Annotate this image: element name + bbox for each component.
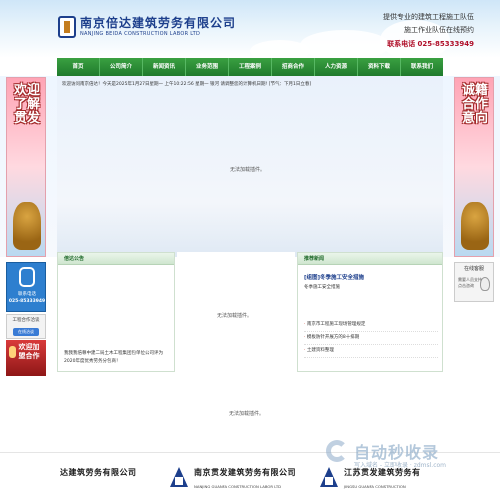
banner-plugin-message: 无法加载插件。 [230,167,266,173]
right-banner-text: 诚籍合作意向 [462,83,489,126]
company-name-en: NANJING BEIDA CONSTRUCTION LABOR LTD [80,31,201,37]
right-float-banner[interactable]: 诚籍合作意向 [454,77,494,257]
middle-plugin-panel: 无法加载插件。 [177,252,295,372]
join-banner[interactable]: 欢迎加盟合作 [6,340,46,376]
partner-name-en: NANJING GUANFA CONSTRUCTION LABOR LTD [194,484,282,489]
phone-number: 025-85333949 [8,299,46,304]
slogan-line1: 提供专业的建筑工程施工队伍 [383,13,474,21]
nav-item-hr[interactable]: 人力资源 [315,58,358,76]
watermark: 自动秒收录 写入域名 - 立即收录 · zdmsl.com [326,440,486,469]
partner-logo-2[interactable]: 南京贯发建筑劳务有限公司 NANJING GUANFA CONSTRUCTION… [168,457,318,497]
news-list: 南京市工程施工现场管理规定 模板防针开展方的8十排期 土建资料整理 [304,319,438,358]
nav-item-about[interactable]: 公司简介 [100,58,143,76]
nav-item-business[interactable]: 业务范围 [186,58,229,76]
news-list-item[interactable]: 模板防针开展方的8十排期 [304,332,438,345]
partner-logo-1[interactable]: 达建筑劳务有限公司 [60,457,170,497]
online-consult-box: 工程合作洽谈 在线洽谈 [6,314,46,339]
nav-item-downloads[interactable]: 资料下载 [358,58,401,76]
header-cloud [300,30,390,58]
stone-lion-icon [13,202,41,250]
partner-name: 达建筑劳务有限公司 [60,468,137,477]
stone-lion-icon [461,202,489,250]
nav-item-home[interactable]: 首页 [57,58,100,76]
page: 南京倍达建筑劳务有限公司 NANJING BEIDA CONSTRUCTION … [0,0,500,500]
online-consult-button[interactable]: 在线洽谈 [13,328,39,336]
customer-service-widget[interactable]: 在线客服 需要人员支持点击咨询 [454,262,494,302]
lower-plugin-message: 无法加载插件。 [229,411,265,417]
guanfa-logo-icon [168,465,190,491]
news-panel: 推荐新闻 [组图]冬季施工安全措施 冬季施工安全措施 南京市工程施工现场管理规定… [297,252,443,372]
news-subline: 冬季施工安全措施 [304,285,340,290]
join-text: 欢迎加盟合作 [18,343,40,360]
main-nav: 首页 公司简介 新闻资讯 业务范围 工程案例 招商合作 人力资源 资料下载 联系… [57,58,443,76]
notice-text[interactable]: 我我我倍尊中建二局土木工程集团包单位公司评为2020年度优秀劳务分包商！ [64,350,172,366]
partner-name: 南京贯发建筑劳务有限公司 [194,468,296,477]
support-avatar-icon [480,277,490,291]
middle-plugin-message: 无法加载插件。 [217,313,253,319]
site-header: 南京倍达建筑劳务有限公司 NANJING BEIDA CONSTRUCTION … [0,0,500,58]
news-panel-title: 推荐新闻 [298,253,442,265]
left-float-banner[interactable]: 欢迎了解贯发 [6,77,46,257]
customer-service-title: 在线客服 [463,266,484,272]
nav-item-cases[interactable]: 工程案例 [229,58,272,76]
news-list-item[interactable]: 南京市工程施工现场管理规定 [304,319,438,332]
left-banner-text: 欢迎了解贯发 [14,83,41,126]
phone-icon [19,267,35,287]
header-cloud [250,40,310,58]
online-consult-title: 工程合作洽谈 [12,318,40,323]
partner-name-en: JINGSU GUANFA CONSTRUCTION [344,484,406,489]
news-headline-link[interactable]: [组图]冬季施工安全措施 [304,273,364,281]
nav-item-news[interactable]: 新闻资讯 [143,58,186,76]
guanfa-logo-icon [318,465,340,491]
date-notice-bar: 欢迎访问南京倍达！今天是2025年1月27日星期一 上午10:22:56 星期一… [62,82,312,87]
notice-panel-title: 倍达公告 [58,253,174,265]
nav-item-contact[interactable]: 联系我们 [401,58,443,76]
phone-label: 联系电话 [18,292,36,297]
company-name[interactable]: 南京倍达建筑劳务有限公司 [80,14,236,31]
news-list-item[interactable]: 土建资料整理 [304,345,438,358]
banner-area: 无法加载插件。 [0,76,500,257]
watermark-sub: 写入域名 - 立即收录 · zdmsl.com [354,462,447,469]
slogan-line2: 施工作业队伍在线预约 [404,26,474,34]
notice-panel: 倍达公告 我我我倍尊中建二局土木工程集团包单位公司评为2020年度优秀劳务分包商… [57,252,175,372]
company-logo-icon[interactable] [58,16,76,38]
header-hotline: 联系电话 025-85333949 [387,40,474,48]
join-icon [9,346,16,358]
watermark-logo-icon [326,440,348,462]
phone-widget[interactable]: 联系电话 025-85333949 [6,262,46,312]
nav-item-cooperation[interactable]: 招商合作 [272,58,315,76]
